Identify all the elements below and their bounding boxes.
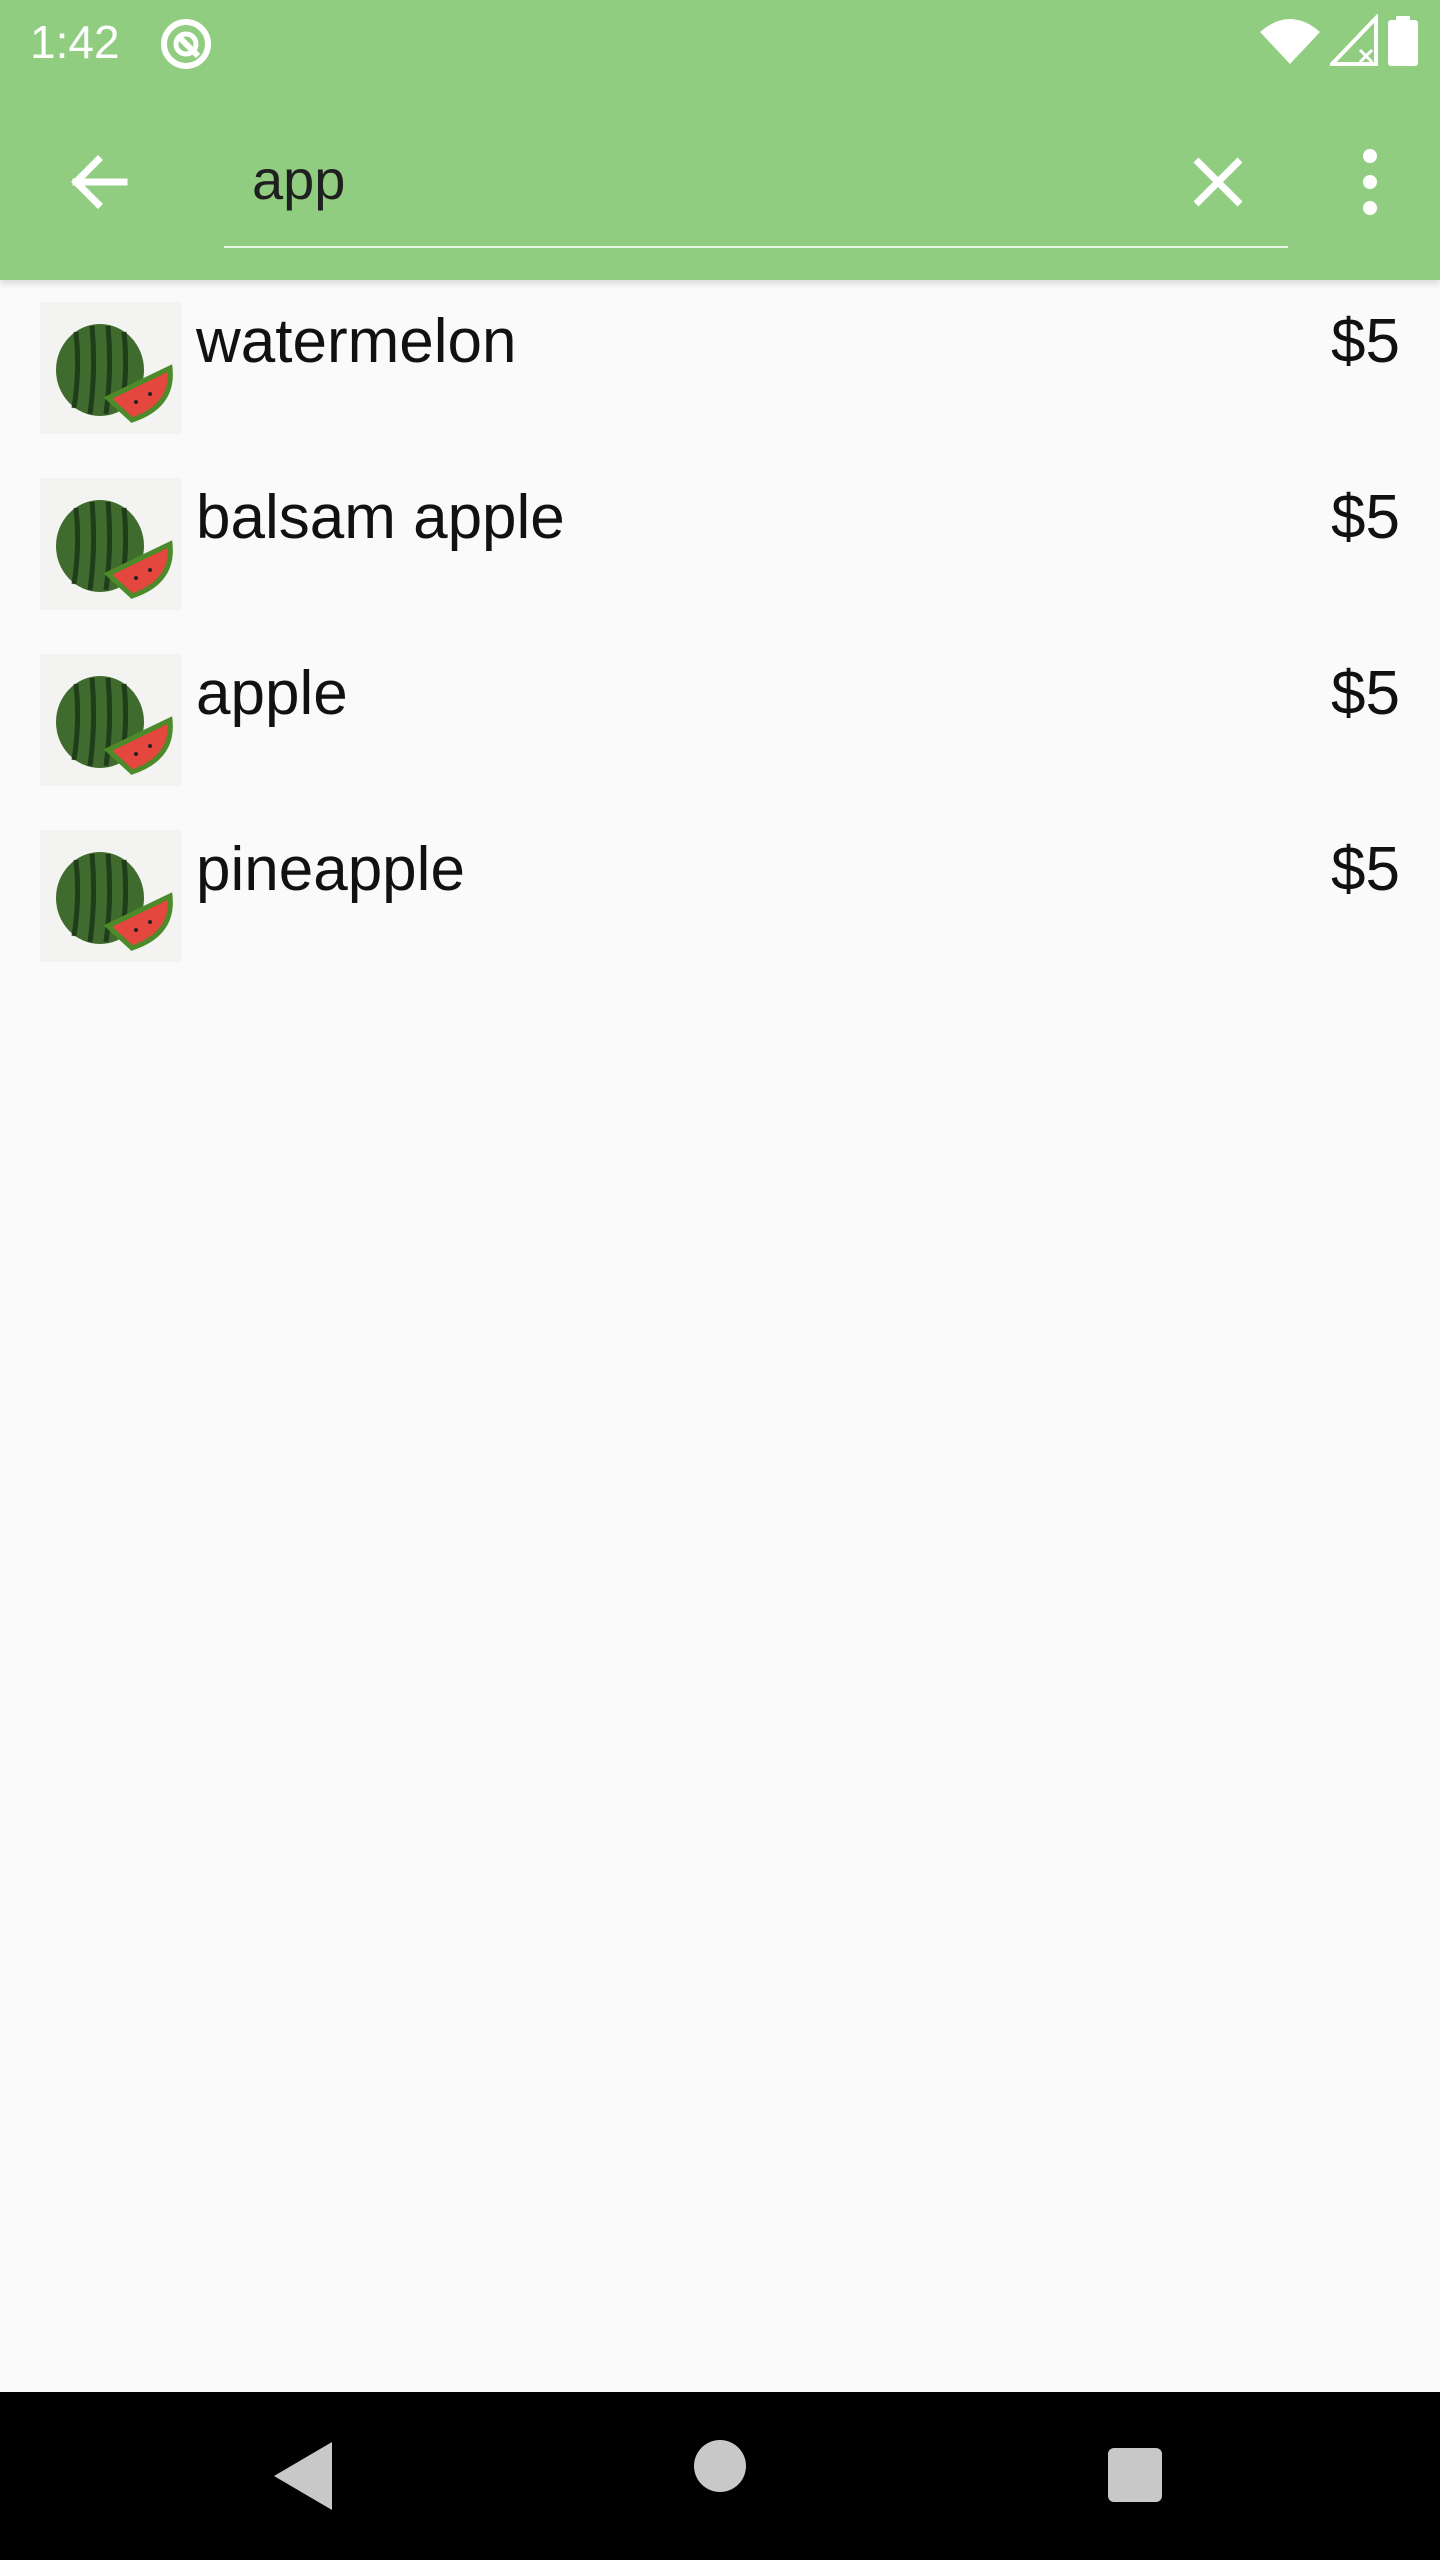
nav-recents-square-icon[interactable]: [1108, 2448, 1162, 2502]
watermelon-image: [40, 478, 182, 610]
status-bar: 1:42: [0, 0, 1440, 84]
watermelon-image: [40, 830, 182, 962]
more-vert-icon[interactable]: [1322, 136, 1418, 228]
item-name: apple: [196, 659, 348, 728]
item-price: $5: [1331, 483, 1400, 552]
watermelon-image: [40, 302, 182, 434]
list-item[interactable]: watermelon $5: [0, 280, 1440, 456]
system-nav-bar: [0, 2392, 1440, 2560]
item-price: $5: [1331, 659, 1400, 728]
item-price: $5: [1331, 307, 1400, 376]
close-icon[interactable]: [1172, 136, 1264, 228]
nav-back-triangle-icon[interactable]: [268, 2438, 338, 2514]
arrow-back-icon[interactable]: [52, 134, 148, 230]
sync-circle-icon: [161, 19, 211, 69]
item-price: $5: [1331, 835, 1400, 904]
watermelon-image: [40, 654, 182, 786]
battery-full-icon: [1388, 16, 1418, 66]
status-time: 1:42: [30, 16, 120, 68]
wifi-icon: [1260, 19, 1320, 64]
search-field: [224, 122, 1288, 248]
search-app-bar: [0, 84, 1440, 280]
list-item[interactable]: balsam apple $5: [0, 456, 1440, 632]
nav-home-circle-icon[interactable]: [694, 2440, 746, 2492]
item-name: watermelon: [196, 307, 517, 376]
results-list: watermelon $5 balsam apple $5 apple $5 p…: [0, 280, 1440, 984]
signal-no-service-icon: [1330, 14, 1378, 66]
search-input[interactable]: [252, 144, 1152, 214]
list-item[interactable]: pineapple $5: [0, 808, 1440, 984]
item-name: pineapple: [196, 835, 465, 904]
list-item[interactable]: apple $5: [0, 632, 1440, 808]
item-name: balsam apple: [196, 483, 565, 552]
